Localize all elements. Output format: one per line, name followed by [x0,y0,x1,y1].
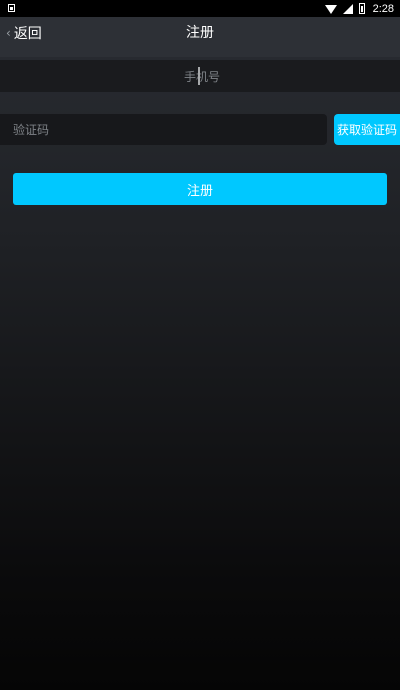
notification-icon [8,4,15,12]
status-bar: 2:28 [0,0,400,17]
get-verification-code-button[interactable]: 获取验证码 [334,114,400,145]
register-button[interactable]: 注册 [13,173,387,205]
verification-code-input[interactable] [0,114,327,145]
text-caret [198,67,200,85]
battery-icon [358,3,365,14]
page-title: 注册 [186,25,214,41]
status-time: 2:28 [372,2,394,15]
wifi-icon [324,5,337,14]
status-right-group: 2:28 [324,0,394,17]
signal-icon [342,3,353,14]
phone-input[interactable] [0,60,400,94]
app-header: ‹ 返回 注册 [0,17,400,57]
verification-code-field [0,114,327,145]
phone-field-row [0,60,400,94]
